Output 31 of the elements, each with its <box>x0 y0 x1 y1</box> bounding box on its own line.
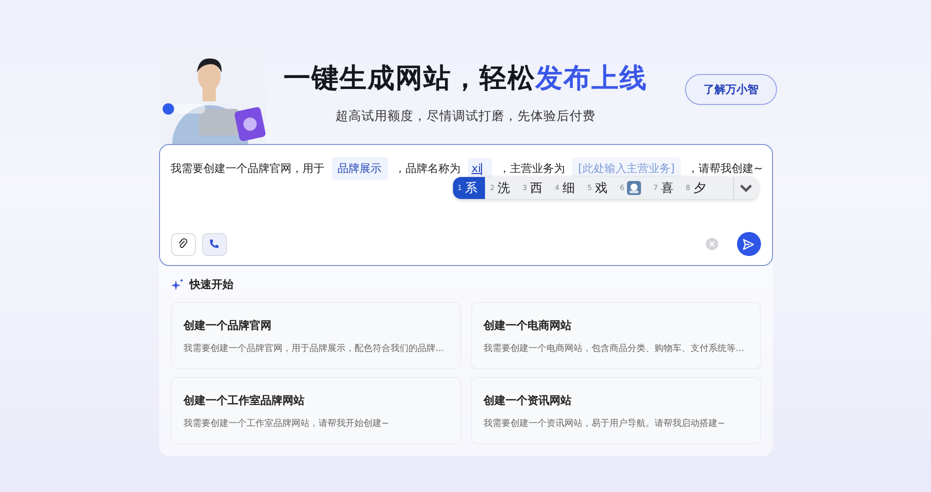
learn-more-button[interactable]: 了解万小智 <box>685 74 777 105</box>
card-description: 我需要创建一个品牌官网，用于品牌展示，配色符合我们的品牌... <box>184 342 446 355</box>
card-title: 创建一个品牌官网 <box>184 318 272 333</box>
card-description: 我需要创建一个电商网站，包含商品分类、购物车、支付系统等... <box>484 342 746 355</box>
paperclip-icon <box>177 238 189 250</box>
page-title-highlight: 发布上线 <box>536 63 648 94</box>
template-card[interactable]: 创建一个资讯网站 我需要创建一个资讯网站，易于用户导航。请帮我启动搭建~ <box>470 377 760 444</box>
sparkle-icon <box>170 278 184 291</box>
template-card[interactable]: 创建一个品牌官网 我需要创建一个品牌官网，用于品牌展示，配色符合我们的品牌... <box>170 302 460 369</box>
send-button[interactable] <box>736 232 760 256</box>
card-description: 我需要创建一个资讯网站，易于用户导航。请帮我启动搭建~ <box>484 418 726 430</box>
subtitle: 超高试用额度，尽情调试打磨，先体验后付费 <box>336 108 596 125</box>
prompt-text: ，请帮我创建~ <box>688 161 763 176</box>
prompt-text: 我需要创建一个品牌官网，用于 <box>170 161 324 176</box>
attach-button[interactable] <box>170 232 196 256</box>
phone-icon <box>208 238 220 250</box>
prompt-text: ，品牌名称为 <box>394 161 460 176</box>
template-card[interactable]: 创建一个电商网站 我需要创建一个电商网站，包含商品分类、购物车、支付系统等... <box>470 302 760 369</box>
card-title: 创建一个工作室品牌网站 <box>184 393 306 408</box>
sticker-icon <box>627 181 642 195</box>
send-icon <box>742 238 755 250</box>
card-title: 创建一个电商网站 <box>484 318 572 333</box>
input-field[interactable]: xi <box>468 158 492 179</box>
voice-call-button[interactable] <box>202 232 226 256</box>
card-title: 创建一个资讯网站 <box>484 393 572 408</box>
page-title: 一键生成网站，轻松 <box>284 63 536 94</box>
section-title: 快速开始 <box>190 277 234 292</box>
option-tag[interactable]: 品牌展示 <box>332 157 388 180</box>
card-description: 我需要创建一个工作室品牌网站，请帮我开始创建~ <box>184 418 390 430</box>
template-card[interactable]: 创建一个工作室品牌网站 我需要创建一个工作室品牌网站，请帮我开始创建~ <box>170 377 460 444</box>
prompt-text: ，主营业务为 <box>499 161 566 176</box>
